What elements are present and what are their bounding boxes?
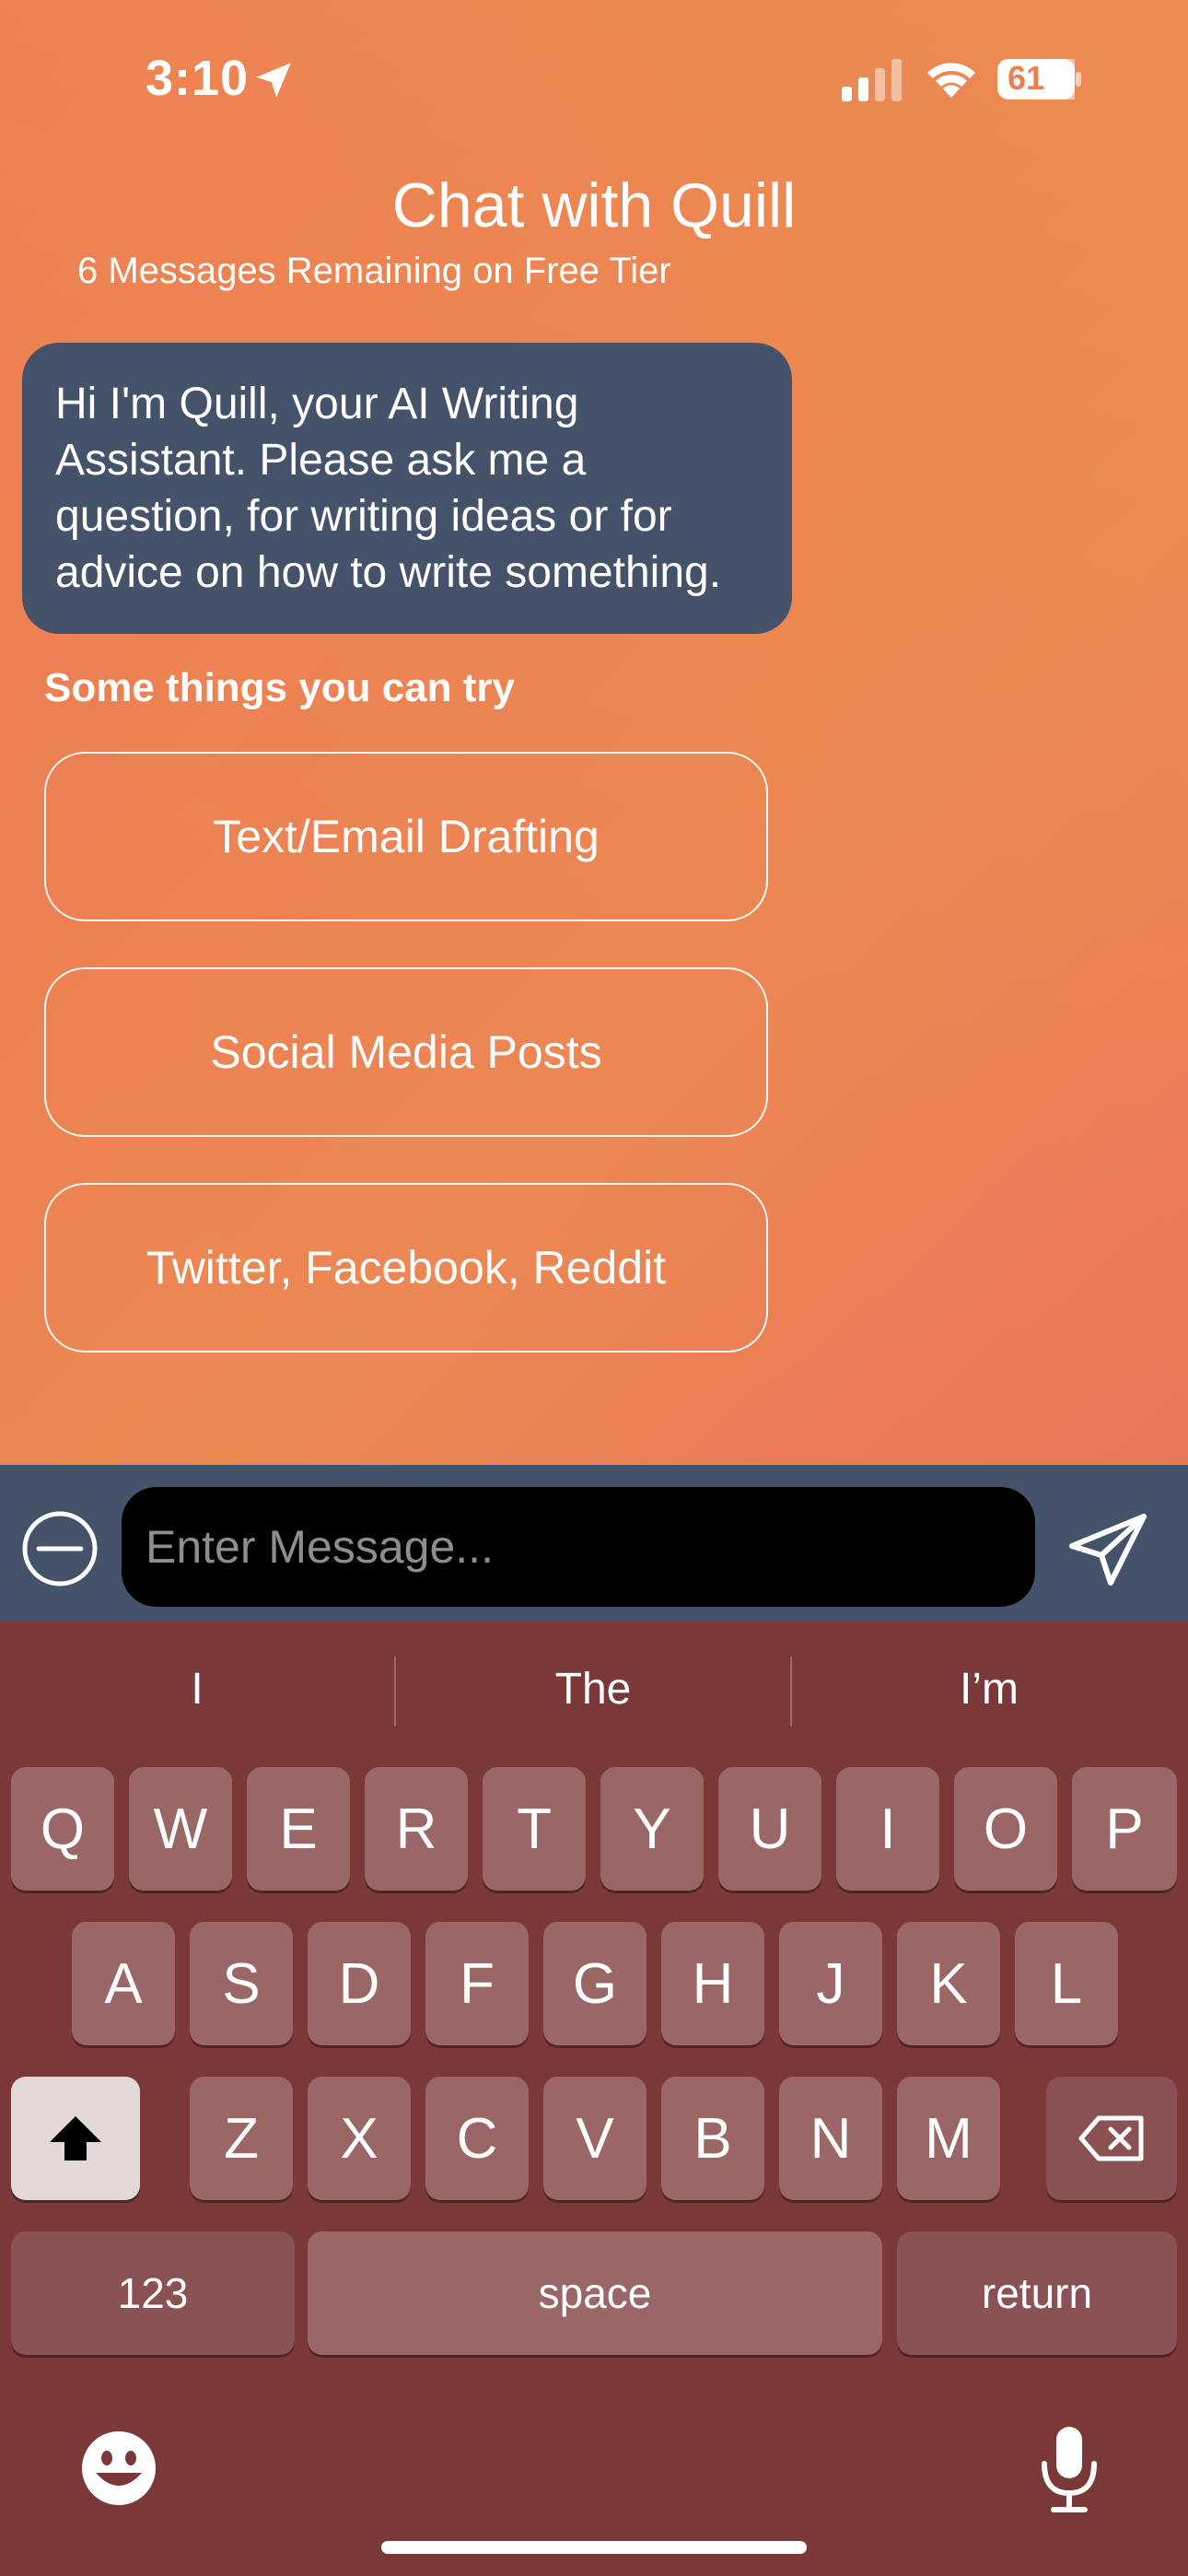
key-u[interactable]: U — [718, 1767, 821, 1891]
key-v[interactable]: V — [543, 2077, 646, 2200]
key-q[interactable]: Q — [11, 1767, 114, 1891]
prediction-3[interactable]: I’m — [792, 1664, 1186, 1715]
message-input[interactable]: Enter Message... — [122, 1487, 1035, 1607]
key-l[interactable]: L — [1015, 1922, 1118, 2045]
key-c[interactable]: C — [425, 2077, 529, 2200]
key-n[interactable]: N — [779, 2077, 882, 2200]
prediction-1[interactable]: I — [0, 1664, 394, 1715]
key-y[interactable]: Y — [600, 1767, 704, 1891]
key-a[interactable]: A — [72, 1922, 175, 2045]
key-b[interactable]: B — [661, 2077, 764, 2200]
key-x[interactable]: X — [308, 2077, 411, 2200]
predictive-bar: I The I’m — [0, 1622, 1188, 1760]
key-d[interactable]: D — [308, 1922, 411, 2045]
home-indicator — [381, 2541, 807, 2554]
suggestion-text-email-drafting[interactable]: Text/Email Drafting — [44, 752, 768, 921]
suggestions-label: Some things you can try — [44, 665, 515, 710]
microphone-icon[interactable] — [1037, 2423, 1101, 2515]
key-m[interactable]: M — [897, 2077, 1000, 2200]
suggestion-social-media-posts[interactable]: Social Media Posts — [44, 967, 768, 1137]
delete-key[interactable] — [1046, 2077, 1177, 2200]
key-j[interactable]: J — [779, 1922, 882, 2045]
key-w[interactable]: W — [129, 1767, 232, 1891]
suggestion-twitter-facebook-reddit[interactable]: Twitter, Facebook, Reddit — [44, 1183, 768, 1352]
shift-key[interactable] — [11, 2077, 140, 2200]
key-t[interactable]: T — [483, 1767, 586, 1891]
key-s[interactable]: S — [190, 1922, 293, 2045]
key-i[interactable]: I — [836, 1767, 939, 1891]
page-title: Chat with Quill — [391, 170, 797, 240]
chat-screen: 3:10 61 Chat with Quill 6 Messages Remai… — [0, 0, 1188, 2576]
key-k[interactable]: K — [897, 1922, 1000, 2045]
key-z[interactable]: Z — [190, 2077, 293, 2200]
prediction-2[interactable]: The — [396, 1664, 790, 1715]
minus-circle-icon[interactable] — [20, 1509, 99, 1588]
cellular-signal-icon — [842, 59, 902, 101]
return-key[interactable]: return — [897, 2231, 1177, 2355]
battery-icon: 61 — [996, 57, 1083, 101]
key-r[interactable]: R — [365, 1767, 468, 1891]
key-h[interactable]: H — [661, 1922, 764, 2045]
battery-level: 61 — [1007, 59, 1045, 97]
key-e[interactable]: E — [247, 1767, 350, 1891]
free-tier-remaining: 6 Messages Remaining on Free Tier — [77, 251, 671, 291]
key-g[interactable]: G — [543, 1922, 646, 2045]
assistant-message-bubble: Hi I'm Quill, your AI Writing Assistant.… — [22, 343, 792, 634]
emoji-icon[interactable] — [77, 2427, 160, 2510]
shift-arrow-icon — [50, 2116, 101, 2160]
send-icon[interactable] — [1066, 1511, 1149, 1588]
key-f[interactable]: F — [425, 1922, 529, 2045]
location-arrow-icon — [256, 63, 291, 98]
key-o[interactable]: O — [954, 1767, 1057, 1891]
space-key[interactable]: space — [308, 2231, 882, 2355]
numbers-key[interactable]: 123 — [11, 2231, 295, 2355]
backspace-icon — [1078, 2115, 1144, 2161]
key-p[interactable]: P — [1072, 1767, 1177, 1891]
status-time: 3:10 — [146, 51, 250, 106]
wifi-icon — [927, 63, 975, 98]
